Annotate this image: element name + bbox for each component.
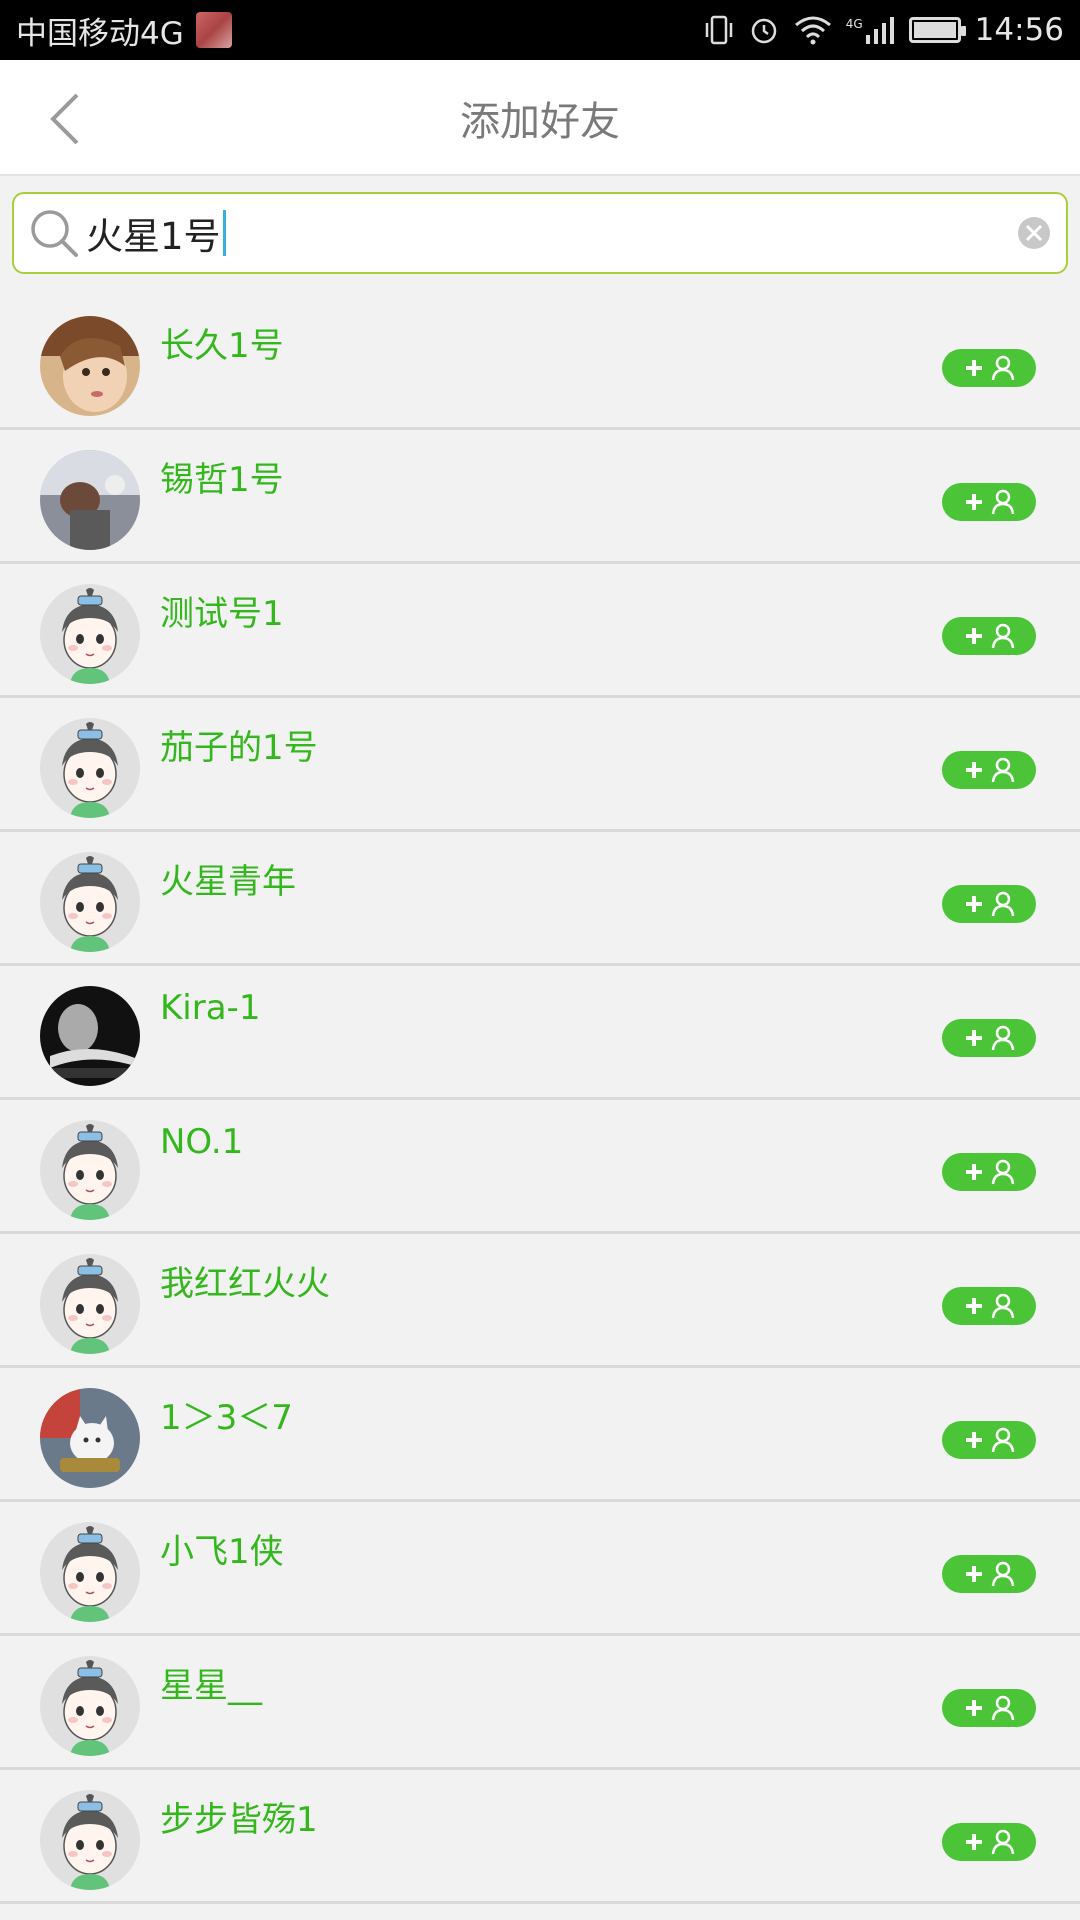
- user-icon: [991, 1561, 1015, 1587]
- add-friend-button[interactable]: [942, 1555, 1036, 1593]
- avatar[interactable]: [40, 584, 140, 684]
- result-row[interactable]: 火星青年: [0, 832, 1080, 966]
- user-name: 星星__: [160, 1666, 262, 1706]
- page-title: 添加好友: [460, 99, 620, 145]
- user-name: 步步皆殇1: [160, 1800, 318, 1840]
- plus-icon: [966, 1298, 982, 1314]
- result-row[interactable]: NO.1: [0, 1100, 1080, 1234]
- vibrate-icon: [705, 15, 732, 45]
- add-friend-button[interactable]: [942, 1287, 1036, 1325]
- add-friend-button[interactable]: [942, 885, 1036, 923]
- user-name: 1＞3＜7: [160, 1398, 293, 1438]
- avatar[interactable]: [40, 1120, 140, 1220]
- user-icon: [991, 1025, 1015, 1051]
- search-field[interactable]: 火星1号: [12, 192, 1068, 274]
- result-row[interactable]: 我红红火火: [0, 1234, 1080, 1368]
- plus-icon: [966, 1700, 982, 1716]
- user-icon: [991, 355, 1015, 381]
- search-input[interactable]: 火星1号: [80, 206, 1016, 260]
- user-name: 小飞1侠: [160, 1532, 284, 1572]
- network-label: 4G: [845, 17, 863, 31]
- result-row[interactable]: 1＞3＜7: [0, 1368, 1080, 1502]
- result-row[interactable]: 星星__: [0, 1636, 1080, 1770]
- add-friend-button[interactable]: [942, 1689, 1036, 1727]
- search-results-list: 长久1号 锡哲1号 测试号1 茄子的1号 火星青年 Kira-1 NO.1 我红…: [0, 296, 1080, 1904]
- search-icon: [31, 210, 78, 257]
- avatar[interactable]: [40, 316, 140, 416]
- user-name: 测试号1: [160, 594, 284, 634]
- carrier-label: 中国移动4G: [16, 15, 184, 52]
- user-name: 锡哲1号: [160, 460, 284, 500]
- avatar[interactable]: [40, 1522, 140, 1622]
- user-icon: [991, 489, 1015, 515]
- user-icon: [991, 1829, 1015, 1855]
- plus-icon: [966, 1432, 982, 1448]
- plus-icon: [966, 360, 982, 376]
- user-icon: [991, 757, 1015, 783]
- result-row[interactable]: 茄子的1号: [0, 698, 1080, 832]
- clear-icon[interactable]: [1016, 215, 1052, 251]
- user-name: 长久1号: [160, 326, 284, 366]
- user-icon: [991, 891, 1015, 917]
- add-friend-button[interactable]: [942, 1153, 1036, 1191]
- add-friend-button[interactable]: [942, 483, 1036, 521]
- user-icon: [991, 623, 1015, 649]
- add-friend-button[interactable]: [942, 349, 1036, 387]
- add-friend-button[interactable]: [942, 1421, 1036, 1459]
- result-row[interactable]: 长久1号: [0, 296, 1080, 430]
- add-friend-button[interactable]: [942, 1019, 1036, 1057]
- avatar[interactable]: [40, 1790, 140, 1890]
- notification-avatar-icon: [195, 12, 232, 48]
- result-row[interactable]: 步步皆殇1: [0, 1770, 1080, 1904]
- header-bar: 添加好友: [0, 60, 1080, 176]
- result-row[interactable]: 测试号1: [0, 564, 1080, 698]
- plus-icon: [966, 1566, 982, 1582]
- text-caret: [222, 210, 226, 256]
- status-bar: 中国移动4G 4G 14:56: [0, 0, 1080, 60]
- result-row[interactable]: 锡哲1号: [0, 430, 1080, 564]
- user-icon: [991, 1695, 1015, 1721]
- plus-icon: [966, 1164, 982, 1180]
- user-name: Kira-1: [160, 988, 261, 1028]
- avatar[interactable]: [40, 1656, 140, 1756]
- user-name: 我红红火火: [160, 1264, 330, 1304]
- user-name: 茄子的1号: [160, 728, 318, 768]
- add-friend-button[interactable]: [942, 751, 1036, 789]
- user-icon: [991, 1159, 1015, 1185]
- avatar[interactable]: [40, 1388, 140, 1488]
- clock: 14:56: [974, 12, 1064, 48]
- avatar[interactable]: [40, 1254, 140, 1354]
- wifi-icon: [794, 16, 831, 45]
- result-row[interactable]: Kira-1: [0, 966, 1080, 1100]
- plus-icon: [966, 1834, 982, 1850]
- plus-icon: [966, 628, 982, 644]
- avatar[interactable]: [40, 718, 140, 818]
- plus-icon: [966, 762, 982, 778]
- plus-icon: [966, 494, 982, 510]
- user-name: NO.1: [160, 1122, 244, 1162]
- user-name: 火星青年: [160, 862, 296, 902]
- avatar[interactable]: [40, 450, 140, 550]
- add-friend-button[interactable]: [942, 1823, 1036, 1861]
- avatar[interactable]: [40, 986, 140, 1086]
- plus-icon: [966, 1030, 982, 1046]
- plus-icon: [966, 896, 982, 912]
- avatar[interactable]: [40, 852, 140, 952]
- search-input-text: 火星1号: [86, 215, 221, 258]
- alarm-icon: [751, 18, 776, 44]
- result-row[interactable]: 小飞1侠: [0, 1502, 1080, 1636]
- battery-icon: [908, 17, 966, 43]
- user-icon: [991, 1293, 1015, 1319]
- add-friend-button[interactable]: [942, 617, 1036, 655]
- signal-icon: 4G: [846, 15, 895, 45]
- user-icon: [991, 1427, 1015, 1453]
